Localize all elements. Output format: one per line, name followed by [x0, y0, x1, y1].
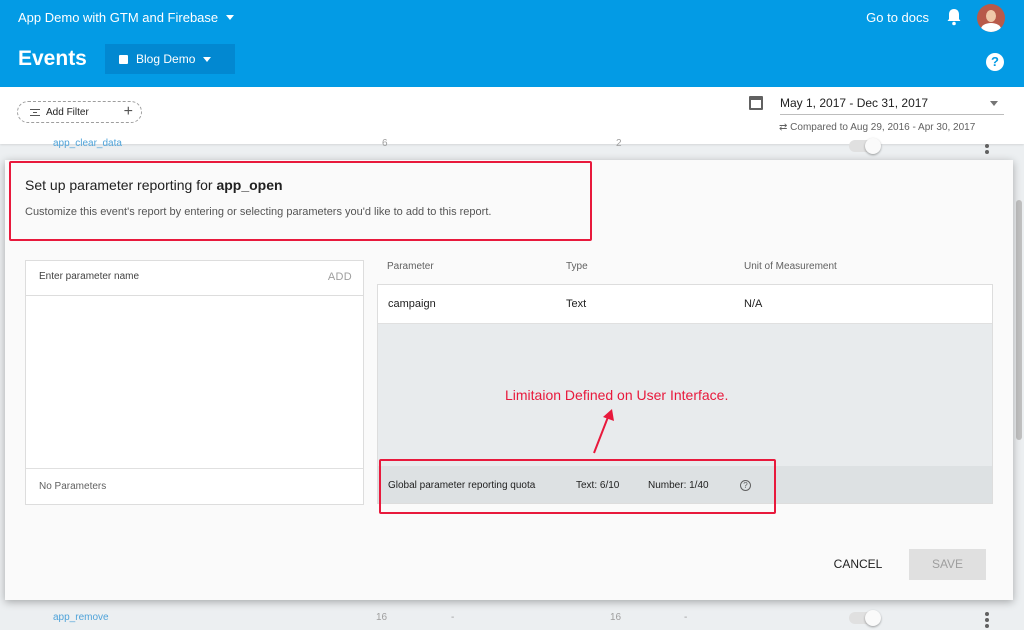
annotation-text: Limitaion Defined on User Interface. — [505, 387, 729, 403]
highlight-box — [9, 161, 592, 241]
filter-bar: Add Filter + May 1, 2017 - Dec 31, 2017 … — [0, 87, 1024, 144]
caret-down-icon — [226, 15, 235, 20]
bell-icon[interactable] — [946, 8, 962, 26]
parameter-type-cell: Text — [566, 298, 587, 310]
filter-icon — [30, 108, 40, 116]
compare-label: Compared to Aug 29, 2016 - Apr 30, 2017 — [790, 122, 976, 133]
calendar-icon[interactable] — [749, 96, 763, 110]
event-users: 2 — [616, 138, 622, 149]
annotation-arrow — [593, 409, 614, 454]
add-filter-label: Add Filter — [46, 106, 89, 118]
page-title: Events — [18, 47, 87, 70]
event-count: 16 — [376, 612, 388, 623]
highlight-box — [379, 459, 776, 514]
event-users: 16 — [610, 612, 622, 623]
save-button[interactable]: SAVE — [909, 549, 986, 580]
dialog-subtitle: Customize this event's report by enterin… — [25, 206, 492, 218]
parameter-unit-cell: N/A — [744, 298, 763, 310]
parameter-name-input[interactable] — [39, 271, 309, 282]
cancel-button[interactable]: CANCEL — [825, 550, 891, 578]
parameter-name-cell: campaign — [388, 298, 436, 310]
app-header: App Demo with GTM and Firebase Go to doc… — [0, 0, 1024, 87]
dialog-title-prefix: Set up parameter reporting for — [25, 177, 217, 193]
app-selector[interactable]: Blog Demo — [105, 44, 235, 74]
column-header-type: Type — [566, 261, 588, 272]
add-filter-button[interactable]: Add Filter + — [17, 101, 142, 123]
go-to-docs-link[interactable]: Go to docs — [866, 10, 929, 25]
parameter-table-header: Parameter Type Unit of Measurement — [377, 260, 993, 284]
column-header-unit: Unit of Measurement — [744, 261, 837, 272]
add-parameter-button[interactable]: ADD — [328, 271, 352, 283]
no-parameters-label: No Parameters — [26, 468, 363, 504]
compare-range: ⇄ Compared to Aug 29, 2016 - Apr 30, 201… — [779, 122, 975, 133]
table-row: app_clear_data 6 2 — [0, 138, 1024, 160]
event-name-link[interactable]: app_clear_data — [53, 138, 122, 149]
mark-conversion-toggle[interactable] — [849, 138, 881, 154]
compare-icon: ⇄ — [779, 122, 788, 133]
project-name: App Demo with GTM and Firebase — [18, 10, 219, 25]
help-icon[interactable]: ? — [986, 53, 1004, 71]
app-icon — [119, 54, 128, 64]
parameter-input-row: ADD — [26, 261, 363, 296]
plus-icon: + — [123, 103, 133, 120]
project-selector[interactable]: App Demo with GTM and Firebase — [18, 10, 235, 25]
app-selector-label: Blog Demo — [136, 52, 196, 66]
event-count-change: - — [451, 612, 455, 623]
avatar[interactable] — [977, 4, 1005, 32]
parameter-reporting-dialog: Set up parameter reporting for app_open … — [5, 160, 1013, 600]
scrollbar[interactable] — [1016, 200, 1022, 440]
caret-down-icon — [203, 56, 212, 62]
caret-down-icon — [990, 101, 998, 106]
event-name-link[interactable]: app_remove — [53, 612, 109, 623]
date-range-label: May 1, 2017 - Dec 31, 2017 — [780, 96, 929, 110]
event-users-change: - — [684, 612, 688, 623]
mark-conversion-toggle[interactable] — [849, 610, 881, 626]
more-options-icon[interactable] — [985, 144, 989, 156]
date-range-selector[interactable]: May 1, 2017 - Dec 31, 2017 — [780, 96, 1004, 115]
dialog-title: Set up parameter reporting for app_open — [25, 177, 283, 193]
table-row[interactable]: campaign Text N/A — [378, 285, 992, 324]
more-options-icon[interactable] — [985, 612, 989, 630]
column-header-parameter: Parameter — [387, 261, 434, 272]
dialog-title-event: app_open — [216, 177, 283, 193]
parameter-picker: ADD No Parameters — [25, 260, 364, 505]
table-row: app_remove 16 - 16 - — [0, 600, 1024, 630]
event-count: 6 — [382, 138, 388, 149]
